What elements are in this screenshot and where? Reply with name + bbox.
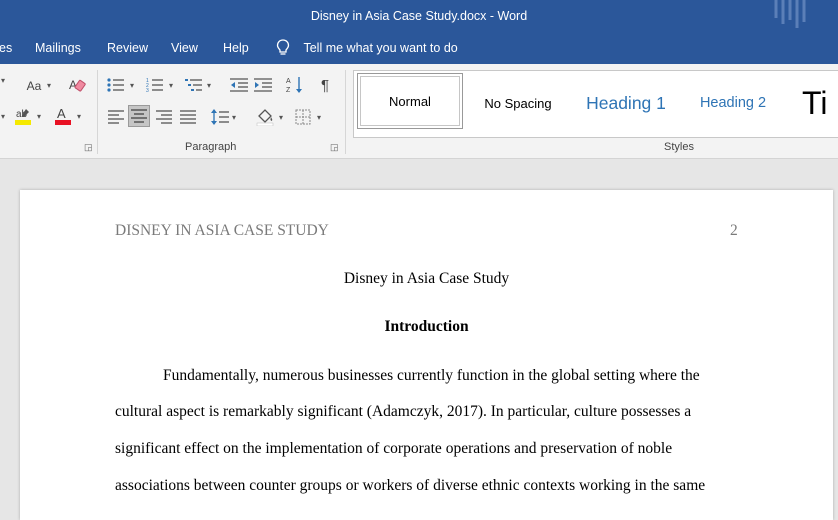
tab-mailings[interactable]: Mailings (35, 41, 81, 55)
svg-text:Z: Z (286, 87, 291, 94)
change-case-dropdown[interactable]: ▾ (47, 81, 51, 90)
paragraph-line: Fundamentally, numerous businesses curre… (163, 367, 700, 384)
ribbon-tabs: es Mailings Review View Help Tell me wha… (0, 34, 838, 64)
borders-icon (295, 109, 311, 125)
styles-group-label: Styles (664, 141, 694, 153)
numbering-icon: 123 (146, 78, 163, 93)
window-title: Disney in Asia Case Study.docx - Word (310, 9, 528, 23)
align-left-button[interactable] (106, 107, 126, 127)
font-dropdown-arrow[interactable]: ▾ (1, 76, 5, 85)
running-header: DISNEY IN ASIA CASE STUDY (115, 222, 329, 239)
font-color-icon: A (55, 106, 71, 125)
sort-button[interactable]: AZ (285, 75, 305, 95)
borders-button[interactable] (293, 107, 313, 127)
borders-dropdown[interactable]: ▾ (317, 113, 321, 122)
line-spacing-button[interactable] (210, 107, 230, 127)
lightbulb-icon (276, 39, 290, 55)
paint-bucket-icon (256, 109, 274, 126)
justify-button[interactable] (178, 107, 198, 127)
style-heading-1-label: Heading 1 (586, 92, 666, 113)
ribbon: ▾ Aa ▾ A ▾ ab ▾ A ▾ ◲ ▾ 123 ▾ ▾ A Z ¶ ▾ … (0, 64, 838, 159)
font-size-dropdown-arrow[interactable]: ▾ (1, 112, 5, 121)
numbering-dropdown[interactable]: ▾ (169, 81, 173, 90)
tell-me-label: Tell me what you want to do (303, 41, 458, 55)
style-heading-1[interactable]: Heading 1 (576, 71, 676, 135)
clear-formatting-button[interactable]: A (67, 75, 87, 95)
highlight-dropdown[interactable]: ▾ (37, 112, 41, 121)
font-color-swatch (55, 120, 71, 125)
bullets-button[interactable] (106, 75, 126, 95)
document-page[interactable]: DISNEY IN ASIA CASE STUDY 2 Disney in As… (20, 190, 833, 520)
bullets-icon (107, 78, 124, 92)
shading-dropdown[interactable]: ▾ (279, 113, 283, 122)
decrease-indent-icon (230, 78, 248, 92)
style-title-label: Ti (802, 84, 828, 121)
tab-review[interactable]: Review (107, 41, 148, 55)
style-normal-label: Normal (389, 93, 431, 109)
highlighter-icon: ab (15, 109, 31, 125)
multilevel-list-button[interactable] (184, 75, 204, 95)
decrease-indent-button[interactable] (229, 75, 249, 95)
style-title[interactable]: Ti (802, 71, 838, 135)
change-case-button[interactable]: Aa (23, 76, 45, 96)
multilevel-list-icon (185, 79, 202, 91)
font-dialog-launcher[interactable]: ◲ (84, 142, 93, 153)
style-no-spacing[interactable]: No Spacing (472, 71, 564, 135)
style-heading-2-label: Heading 2 (699, 95, 767, 111)
paragraph-line: cultural aspect is remarkably significan… (115, 403, 692, 420)
line-spacing-icon (211, 109, 229, 125)
line-spacing-dropdown[interactable]: ▾ (232, 113, 236, 122)
numbering-button[interactable]: 123 (145, 75, 165, 95)
paragraph-dialog-launcher[interactable]: ◲ (330, 142, 339, 153)
style-no-spacing-label: No Spacing (484, 95, 552, 111)
style-heading-2[interactable]: Heading 2 (688, 71, 778, 135)
styles-gallery: Normal No Spacing Heading 1 Heading 2 Ti (353, 70, 838, 138)
bullets-dropdown[interactable]: ▾ (130, 81, 134, 90)
change-case-icon: Aa (26, 79, 42, 93)
pilcrow-icon: ¶ (320, 76, 330, 94)
svg-text:A: A (57, 106, 66, 121)
show-formatting-marks-button[interactable]: ¶ (315, 75, 335, 95)
page-number: 2 (730, 222, 738, 239)
svg-text:A: A (286, 78, 291, 85)
group-separator (345, 70, 346, 154)
sort-icon: AZ (286, 77, 302, 94)
tab-view[interactable]: View (171, 41, 198, 55)
align-center-icon (131, 109, 147, 123)
tab-help[interactable]: Help (223, 41, 249, 55)
increase-indent-icon (254, 78, 272, 92)
justify-icon (180, 110, 196, 124)
tell-me-search[interactable]: Tell me what you want to do (276, 39, 458, 56)
svg-text:3: 3 (146, 88, 149, 93)
group-separator (97, 70, 98, 154)
highlight-color-swatch (15, 120, 31, 125)
text-highlight-button[interactable]: ab (13, 106, 33, 126)
paragraph-group-label: Paragraph (185, 141, 237, 153)
align-left-icon (108, 110, 124, 124)
align-right-button[interactable] (154, 107, 174, 127)
multilevel-list-dropdown[interactable]: ▾ (207, 81, 211, 90)
increase-indent-button[interactable] (253, 75, 273, 95)
eraser-icon: A (69, 78, 86, 92)
align-right-icon (156, 110, 172, 124)
title-bar: Disney in Asia Case Study.docx - Word (0, 0, 838, 34)
center-align-button[interactable] (128, 105, 150, 127)
font-color-dropdown[interactable]: ▾ (77, 112, 81, 121)
paragraph-line: significant effect on the implementation… (115, 440, 673, 457)
title-bar-pattern-decoration (774, 0, 806, 28)
tab-references[interactable]: es (0, 41, 12, 55)
shading-button[interactable] (255, 107, 275, 127)
font-color-button[interactable]: A (53, 106, 73, 126)
style-normal[interactable]: Normal (357, 73, 463, 129)
document-title: Disney in Asia Case Study (343, 270, 510, 287)
paragraph-line: associations between counter groups or w… (115, 477, 706, 494)
section-heading: Introduction (384, 318, 469, 335)
